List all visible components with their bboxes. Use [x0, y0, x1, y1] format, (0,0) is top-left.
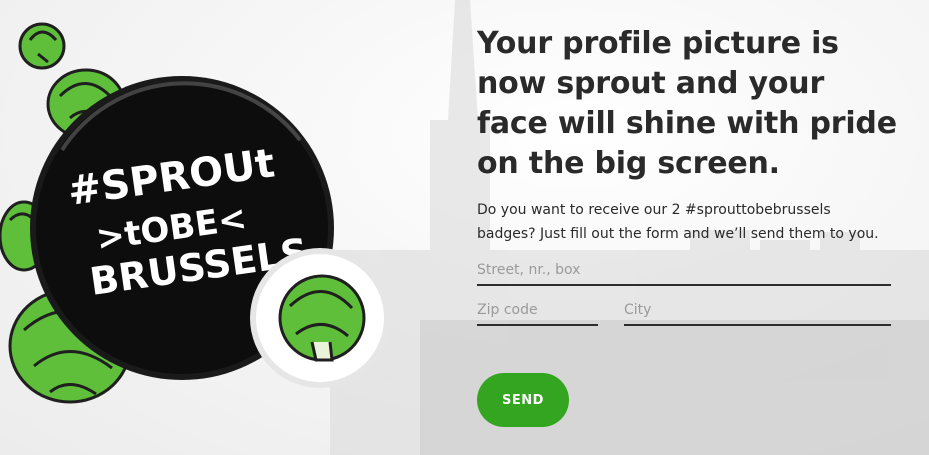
send-button[interactable]: SEND: [477, 373, 569, 427]
headline: Your profile picture is now sprout and y…: [477, 26, 897, 181]
sprout-icon: [18, 22, 66, 70]
badges-illustration: #SPROUt >tOBE< BRUSSELS: [0, 22, 390, 404]
zip-code-input[interactable]: [477, 302, 598, 326]
city-input[interactable]: [624, 302, 891, 326]
badge-icon: [250, 248, 390, 388]
street-input[interactable]: [477, 262, 891, 286]
sprout-icon: [278, 274, 366, 362]
intro-text: Do you want to receive our 2 #sprouttobe…: [477, 202, 879, 242]
content-column: Your profile picture is now sprout and y…: [477, 24, 897, 246]
